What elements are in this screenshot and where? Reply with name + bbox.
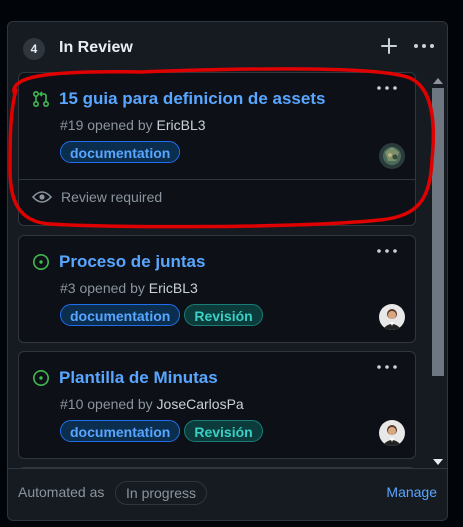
column-title: In Review <box>59 39 133 56</box>
label-documentation[interactable]: documentation <box>60 420 181 442</box>
kebab-horizontal-icon <box>377 365 397 369</box>
label-documentation[interactable]: documentation <box>60 141 181 163</box>
avatar-image <box>379 420 405 446</box>
card-author-link[interactable]: EricBL3 <box>149 280 198 296</box>
card-opened-by-text: opened by <box>87 117 153 133</box>
issue-open-icon <box>33 370 49 386</box>
card-labels: documentation Revisión <box>60 420 263 442</box>
card-number: #10 <box>60 396 84 412</box>
plus-icon <box>381 38 397 54</box>
card-labels: documentation <box>60 141 181 163</box>
card-author-link[interactable]: EricBL3 <box>157 117 206 133</box>
card-divider <box>19 179 415 180</box>
column-count-badge: 4 <box>23 38 45 60</box>
avatar-image <box>379 304 405 330</box>
card-title-link[interactable]: 15 guia para definicion de assets <box>59 89 325 109</box>
issue-card[interactable]: Plantilla de Minutas #10 opened by JoseC… <box>18 351 416 459</box>
card-labels: documentation Revisión <box>60 304 263 326</box>
label-revision[interactable]: Revisión <box>184 420 263 442</box>
label-documentation[interactable]: documentation <box>60 304 181 326</box>
manage-automation-link[interactable]: Manage <box>386 484 437 500</box>
column-scrollbar[interactable] <box>429 74 447 469</box>
kebab-horizontal-icon <box>414 44 434 48</box>
scrollbar-thumb[interactable] <box>432 88 444 376</box>
kebab-horizontal-icon <box>377 86 397 90</box>
avatar[interactable] <box>379 143 405 169</box>
card-opened-by-text: opened by <box>79 280 145 296</box>
eye-icon <box>32 191 52 203</box>
issue-open-icon <box>33 254 49 270</box>
review-status-text: Review required <box>61 189 163 205</box>
scroll-down-arrow-icon[interactable] <box>432 457 444 467</box>
column-header: 4 In Review <box>8 22 447 72</box>
review-status: Review required <box>32 189 162 205</box>
card-title-link[interactable]: Plantilla de Minutas <box>59 368 218 388</box>
card-title-link[interactable]: Proceso de juntas <box>59 252 205 272</box>
avatar[interactable] <box>379 420 405 446</box>
issue-card[interactable]: Proceso de juntas #3 opened by EricBL3 d… <box>18 235 416 343</box>
card-number: #3 <box>60 280 76 296</box>
avatar[interactable] <box>379 304 405 330</box>
card-more-options-button[interactable] <box>375 244 399 263</box>
scroll-up-arrow-icon[interactable] <box>432 76 444 86</box>
label-revision[interactable]: Revisión <box>184 304 263 326</box>
column-cards-list: 15 guia para definicion de assets #19 op… <box>8 72 447 470</box>
card-more-options-button[interactable] <box>375 81 399 100</box>
automation-label: Automated as <box>18 484 105 500</box>
kebab-horizontal-icon <box>377 249 397 253</box>
automation-status-badge: In progress <box>115 481 208 505</box>
project-column-in-review: 4 In Review 15 guia para definicion de a… <box>7 21 448 521</box>
project-board-page: 4 In Review 15 guia para definicion de a… <box>0 0 463 527</box>
card-number: #19 <box>60 117 84 133</box>
pull-request-card[interactable]: 15 guia para definicion de assets #19 op… <box>18 72 416 226</box>
column-footer: Automated as In progress Manage <box>8 468 447 520</box>
card-meta: #3 opened by EricBL3 <box>60 280 198 296</box>
column-more-options-button[interactable] <box>410 35 438 57</box>
pull-request-icon <box>32 90 50 108</box>
card-more-options-button[interactable] <box>375 360 399 379</box>
add-card-button[interactable] <box>378 35 400 57</box>
avatar-image <box>379 143 405 169</box>
card-author-link[interactable]: JoseCarlosPa <box>157 396 244 412</box>
card-opened-by-text: opened by <box>87 396 153 412</box>
card-meta: #10 opened by JoseCarlosPa <box>60 396 244 412</box>
card-meta: #19 opened by EricBL3 <box>60 117 206 133</box>
